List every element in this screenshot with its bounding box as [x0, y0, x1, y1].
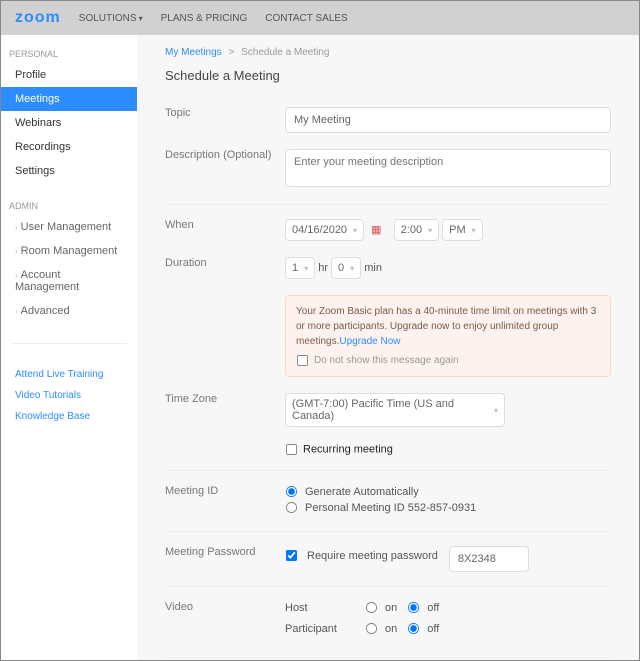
breadcrumb-my-meetings[interactable]: My Meetings: [165, 47, 222, 58]
recurring-label: Recurring meeting: [303, 443, 393, 455]
time-picker[interactable]: 2:00▾: [394, 219, 439, 241]
date-picker[interactable]: 04/16/2020▾: [285, 219, 364, 241]
breadcrumb: My Meetings > Schedule a Meeting: [165, 47, 611, 58]
mid-generate-radio[interactable]: [286, 486, 297, 497]
label-duration: Duration: [165, 257, 285, 279]
timezone-select[interactable]: (GMT-7:00) Pacific Time (US and Canada)▾: [285, 393, 505, 427]
sidebar-profile[interactable]: Profile: [1, 63, 137, 87]
mid-generate-label: Generate Automatically: [305, 486, 419, 498]
topbar: zoom SOLUTIONS▾ PLANS & PRICING CONTACT …: [1, 1, 639, 35]
chevron-right-icon: ›: [15, 271, 18, 280]
host-on-radio[interactable]: [366, 602, 377, 613]
video-participant-label: Participant: [285, 623, 365, 635]
link-live-training[interactable]: Attend Live Training: [1, 364, 137, 385]
chevron-down-icon: ▾: [353, 226, 357, 235]
chevron-down-icon: ▾: [350, 264, 354, 273]
chevron-right-icon: ›: [15, 247, 18, 256]
breadcrumb-sep: >: [228, 47, 234, 58]
sidebar-admin-header: ADMIN: [1, 197, 137, 215]
topic-input[interactable]: [285, 107, 611, 133]
participant-on-radio[interactable]: [366, 623, 377, 634]
mid-personal-label: Personal Meeting ID 552-857-0931: [305, 502, 476, 514]
chevron-down-icon: ▾: [139, 14, 143, 23]
sidebar-account-mgmt[interactable]: ›Account Management: [1, 263, 137, 299]
recurring-checkbox[interactable]: [286, 444, 297, 455]
content: My Meetings > Schedule a Meeting Schedul…: [137, 35, 639, 660]
dont-show-label: Do not show this message again: [314, 355, 459, 366]
nav-contact[interactable]: CONTACT SALES: [265, 13, 347, 24]
description-input[interactable]: [285, 149, 611, 187]
link-video-tutorials[interactable]: Video Tutorials: [1, 385, 137, 406]
label-topic: Topic: [165, 107, 285, 133]
label-video: Video: [165, 601, 285, 643]
duration-min[interactable]: 0▾: [331, 257, 361, 279]
label-timezone: Time Zone: [165, 393, 285, 427]
chevron-right-icon: ›: [15, 223, 18, 232]
label-description: Description (Optional): [165, 149, 285, 190]
require-password-checkbox[interactable]: [286, 550, 297, 561]
label-password: Meeting Password: [165, 546, 285, 572]
link-knowledge-base[interactable]: Knowledge Base: [1, 406, 137, 427]
participant-off-radio[interactable]: [408, 623, 419, 634]
min-label: min: [364, 262, 382, 274]
page-title: Schedule a Meeting: [165, 68, 611, 83]
sidebar-recordings[interactable]: Recordings: [1, 135, 137, 159]
password-input[interactable]: [449, 546, 529, 572]
duration-hr[interactable]: 1▾: [285, 257, 315, 279]
upgrade-link[interactable]: Upgrade Now: [339, 336, 400, 347]
ampm-picker[interactable]: PM▾: [442, 219, 483, 241]
sidebar-advanced[interactable]: ›Advanced: [1, 299, 137, 323]
sidebar-learning: Attend Live Training Video Tutorials Kno…: [1, 364, 137, 427]
hr-label: hr: [318, 262, 328, 274]
calendar-icon[interactable]: ▦: [371, 224, 381, 236]
label-meeting-id: Meeting ID: [165, 485, 285, 517]
sidebar-meetings[interactable]: Meetings: [1, 87, 137, 111]
sidebar-webinars[interactable]: Webinars: [1, 111, 137, 135]
sidebar-personal-header: PERSONAL: [1, 45, 137, 63]
host-off-radio[interactable]: [408, 602, 419, 613]
chevron-down-icon: ▾: [494, 406, 498, 415]
chevron-down-icon: ▾: [472, 226, 476, 235]
dont-show-checkbox[interactable]: [297, 355, 308, 366]
label-when: When: [165, 219, 285, 241]
mid-personal-radio[interactable]: [286, 502, 297, 513]
video-host-label: Host: [285, 602, 365, 614]
upgrade-warning: Your Zoom Basic plan has a 40-minute tim…: [285, 295, 611, 377]
sidebar-user-mgmt[interactable]: ›User Management: [1, 215, 137, 239]
top-nav: SOLUTIONS▾ PLANS & PRICING CONTACT SALES: [79, 13, 348, 24]
chevron-down-icon: ▾: [304, 264, 308, 273]
require-password-label: Require meeting password: [307, 550, 438, 562]
chevron-down-icon: ▾: [428, 226, 432, 235]
nav-plans[interactable]: PLANS & PRICING: [161, 13, 248, 24]
chevron-right-icon: ›: [15, 307, 18, 316]
sidebar-settings[interactable]: Settings: [1, 159, 137, 183]
nav-solutions[interactable]: SOLUTIONS▾: [79, 13, 143, 24]
sidebar: PERSONAL Profile Meetings Webinars Recor…: [1, 35, 137, 660]
breadcrumb-current: Schedule a Meeting: [241, 47, 329, 58]
zoom-logo: zoom: [15, 9, 61, 27]
sidebar-room-mgmt[interactable]: ›Room Management: [1, 239, 137, 263]
